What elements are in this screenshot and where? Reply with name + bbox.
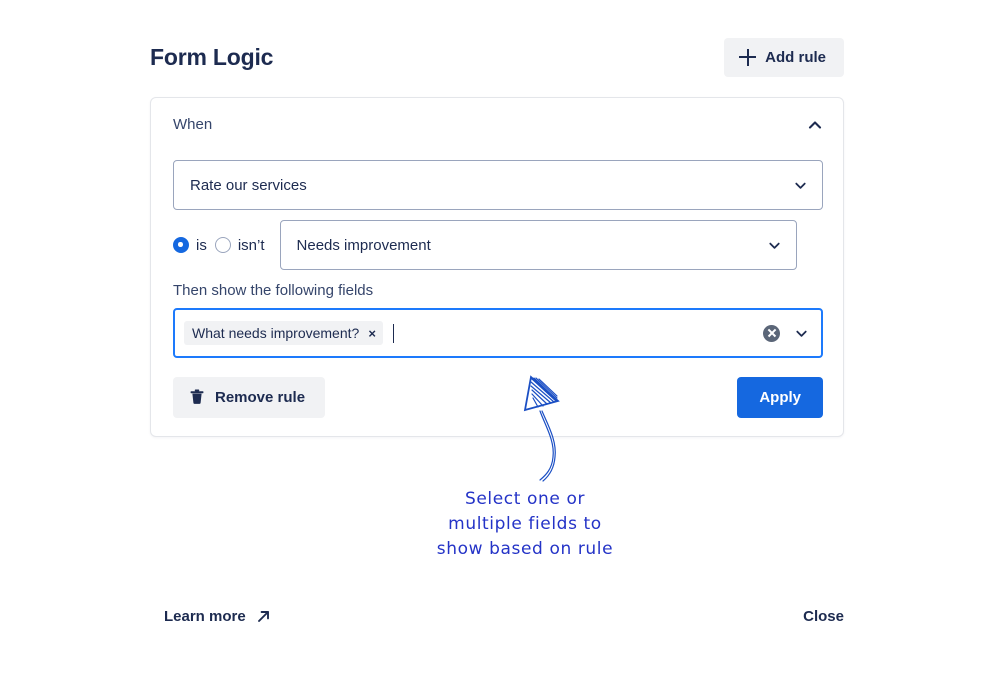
chevron-down-icon <box>768 242 780 249</box>
learn-more-label: Learn more <box>164 608 246 625</box>
rule-actions: Remove rule Apply <box>173 376 823 418</box>
close-button[interactable]: Close <box>803 608 844 625</box>
trash-icon <box>190 389 204 404</box>
radio-option-isnt[interactable]: isn’t <box>214 236 265 254</box>
when-row: When <box>173 116 823 133</box>
show-fields-multiselect[interactable]: What needs improvement? × <box>173 308 823 358</box>
field-chip[interactable]: What needs improvement? × <box>184 321 383 345</box>
radio-option-is[interactable]: is <box>173 237 207 254</box>
panel-footer: Learn more Close <box>164 608 844 625</box>
form-logic-panel: Form Logic Add rule When Rate our servic… <box>150 0 844 682</box>
radio-label-is: is <box>196 236 207 254</box>
radio-dot-isnt <box>214 237 231 253</box>
remove-rule-button[interactable]: Remove rule <box>173 376 326 418</box>
condition-radio-group: is isn’t <box>173 220 265 270</box>
radio-dot-is <box>173 237 189 253</box>
when-label: When <box>173 116 213 133</box>
trigger-field-value: Rate our services <box>190 176 307 194</box>
external-link-icon <box>257 611 269 622</box>
condition-value: Needs improvement <box>296 236 431 254</box>
apply-button[interactable]: Apply <box>737 376 823 418</box>
field-chip-label: What needs improvement? <box>192 325 360 341</box>
text-caret <box>392 323 395 343</box>
chevron-down-icon[interactable] <box>794 326 809 341</box>
close-x-icon[interactable]: × <box>368 327 376 340</box>
page-title: Form Logic <box>150 43 274 70</box>
add-rule-label: Add rule <box>765 48 826 66</box>
plus-icon <box>739 48 757 66</box>
add-rule-button[interactable]: Add rule <box>724 37 844 77</box>
trigger-field-select[interactable]: Rate our services <box>173 160 823 210</box>
chevron-up-icon[interactable] <box>807 117 823 133</box>
condition-row: is isn’t Needs improvement <box>173 220 823 270</box>
radio-label-isnt: isn’t <box>237 236 265 254</box>
panel-header: Form Logic Add rule <box>150 32 844 82</box>
chevron-down-icon <box>795 182 806 189</box>
condition-value-select[interactable]: Needs improvement <box>279 220 797 270</box>
rule-card: When Rate our services is isn’t Needs im… <box>150 97 844 437</box>
learn-more-link[interactable]: Learn more <box>164 608 270 625</box>
then-show-label: Then show the following fields <box>173 282 374 299</box>
remove-rule-label: Remove rule <box>215 388 306 406</box>
clear-circle-icon[interactable] <box>763 324 780 342</box>
